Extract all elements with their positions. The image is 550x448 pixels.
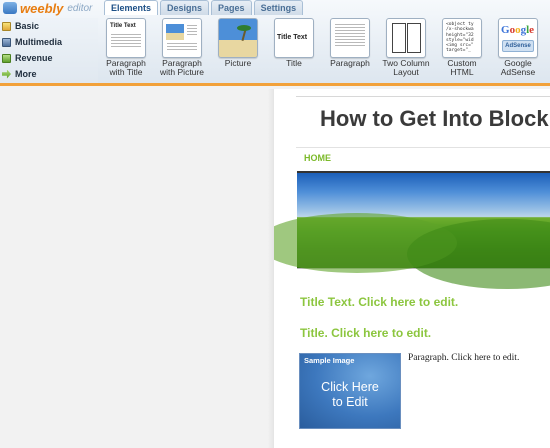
element-paragraph[interactable]: Paragraph xyxy=(322,18,378,83)
picture-icon xyxy=(218,18,258,58)
two-column-icon xyxy=(386,18,426,58)
element-category-menu: Basic Multimedia Revenue More xyxy=(0,18,98,83)
category-label: Basic xyxy=(15,21,40,31)
category-label: More xyxy=(15,69,37,79)
element-label: Paragraph xyxy=(330,58,370,68)
paragraph-with-picture-icon xyxy=(162,18,202,58)
paragraph-with-title-icon: Title Text xyxy=(106,18,146,58)
element-title[interactable]: Title Text Title xyxy=(266,18,322,83)
site-title[interactable]: How to Get Into Block xyxy=(320,106,549,132)
divider xyxy=(296,147,550,148)
element-label: Google AdSense xyxy=(500,58,536,77)
weebly-logo: weebly editor xyxy=(0,0,104,16)
click-to-edit-label: Click Here to Edit xyxy=(321,380,379,409)
element-two-column-layout[interactable]: Two Column Layout xyxy=(378,18,434,83)
paragraph-icon xyxy=(330,18,370,58)
element-picture[interactable]: Picture xyxy=(210,18,266,83)
title-block[interactable]: Title. Click here to edit. xyxy=(300,326,431,340)
category-label: Multimedia xyxy=(15,37,63,47)
tab-settings[interactable]: Settings xyxy=(253,0,304,15)
element-label: Paragraph with Picture xyxy=(160,58,204,77)
title-text-block[interactable]: Title Text. Click here to edit. xyxy=(300,295,458,309)
page-icon xyxy=(2,21,11,31)
film-icon xyxy=(2,37,11,47)
money-icon xyxy=(2,53,11,63)
category-more[interactable]: More xyxy=(0,66,98,82)
sample-image-label: Sample Image xyxy=(304,356,355,365)
category-label: Revenue xyxy=(15,53,53,63)
sample-image[interactable]: Sample Image Click Here to Edit xyxy=(299,353,401,429)
element-custom-html[interactable]: <object ty /x-shockwa height="32 style="… xyxy=(434,18,490,83)
arrow-icon xyxy=(2,69,11,79)
element-paragraph-with-title[interactable]: Title Text Paragraph with Title xyxy=(98,18,154,83)
weebly-logo-icon xyxy=(3,2,17,14)
tab-pages[interactable]: Pages xyxy=(211,0,252,15)
element-label: Picture xyxy=(224,58,252,68)
divider xyxy=(296,96,550,97)
element-paragraph-with-picture[interactable]: Paragraph with Picture xyxy=(154,18,210,83)
element-google-adsense[interactable]: Google AdSense Google AdSense xyxy=(490,18,546,83)
google-logo: Google xyxy=(501,24,535,36)
element-label: Title xyxy=(286,58,302,68)
element-label: Two Column Layout xyxy=(382,58,430,77)
google-adsense-icon: Google AdSense xyxy=(498,18,538,58)
nav-item-home[interactable]: HOME xyxy=(304,153,331,163)
logo-editor-label: editor xyxy=(67,2,93,14)
category-multimedia[interactable]: Multimedia xyxy=(0,34,98,50)
code-snippet: <object ty /x-shockwa height="32 style="… xyxy=(446,22,474,54)
adsense-badge: AdSense xyxy=(502,40,534,52)
site-canvas: How to Get Into Block HOME Title Text. C… xyxy=(274,89,550,448)
thumb-title-text: Title Text xyxy=(277,34,308,41)
tab-designs[interactable]: Designs xyxy=(160,0,210,15)
title-icon: Title Text xyxy=(274,18,314,58)
header-image[interactable] xyxy=(274,171,550,289)
element-label: Paragraph with Title xyxy=(106,58,146,77)
category-revenue[interactable]: Revenue xyxy=(0,50,98,66)
editor-toolbar: weebly editor Elements Designs Pages Set… xyxy=(0,0,550,86)
logo-word: weebly xyxy=(20,0,64,16)
main-tabs: Elements Designs Pages Settings xyxy=(104,0,305,15)
code-icon: <object ty /x-shockwa height="32 style="… xyxy=(442,18,482,58)
element-palette: Title Text Paragraph with Title Paragrap… xyxy=(98,18,550,83)
thumb-title-text: Title Text xyxy=(110,23,136,29)
paragraph-text[interactable]: Paragraph. Click here to edit. xyxy=(408,353,519,363)
element-label: Custom HTML xyxy=(447,58,477,77)
tab-elements[interactable]: Elements xyxy=(104,0,159,15)
category-basic[interactable]: Basic xyxy=(0,18,98,34)
